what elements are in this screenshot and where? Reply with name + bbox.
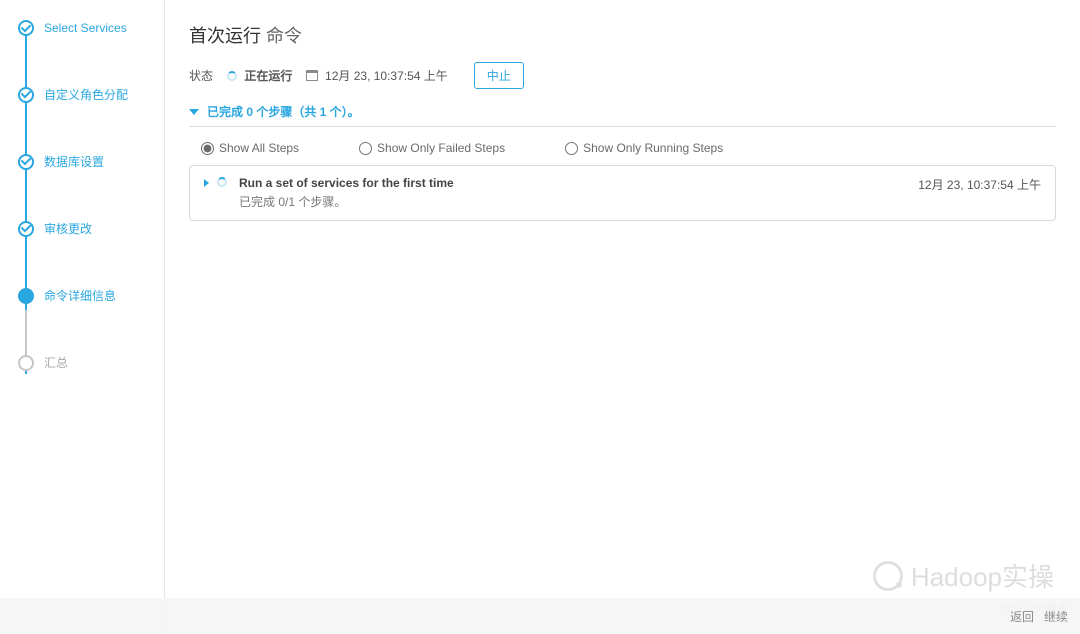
task-timestamp: 12月 23, 10:37:54 上午 <box>918 176 1041 193</box>
back-button[interactable]: 返回 <box>1010 608 1034 625</box>
sidebar-item-label: 审核更改 <box>44 220 92 237</box>
sidebar-item-db-setup[interactable]: 数据库设置 <box>18 153 164 170</box>
status-running: 正在运行 <box>227 67 292 84</box>
title-subtext: 命令 <box>266 26 302 46</box>
filter-label: Show All Steps <box>219 141 299 155</box>
current-step-icon <box>18 288 34 304</box>
status-label: 状态 <box>189 67 213 84</box>
filter-running[interactable]: Show Only Running Steps <box>565 141 723 155</box>
check-icon <box>18 20 34 36</box>
step-filter: Show All Steps Show Only Failed Steps Sh… <box>189 137 1056 165</box>
status-text: 正在运行 <box>244 69 292 83</box>
sidebar-item-label: Select Services <box>44 21 127 35</box>
radio-all[interactable] <box>201 142 214 155</box>
sidebar-item-summary: 汇总 <box>18 354 164 371</box>
sidebar-item-label: 数据库设置 <box>44 153 104 170</box>
sidebar-item-label: 命令详细信息 <box>44 287 116 304</box>
timestamp-text: 12月 23, 10:37:54 上午 <box>325 69 448 83</box>
sidebar-item-select-services[interactable]: Select Services <box>18 20 164 36</box>
sidebar-item-label: 汇总 <box>44 354 68 371</box>
task-subtitle: 已完成 0/1 个步骤。 <box>239 193 454 210</box>
title-text: 首次运行 <box>189 26 261 46</box>
sidebar-item-review[interactable]: 审核更改 <box>18 220 164 237</box>
status-bar: 状态 正在运行 12月 23, 10:37:54 上午 中止 <box>189 62 1056 89</box>
wizard-sidebar: Select Services 自定义角色分配 数据库设置 审核更改 命令详细信… <box>0 0 165 634</box>
filter-label: Show Only Failed Steps <box>377 141 505 155</box>
section-toggle[interactable]: 已完成 0 个步骤（共 1 个）。 <box>189 103 1056 127</box>
continue-button[interactable]: 继续 <box>1044 608 1068 625</box>
sidebar-item-role-assign[interactable]: 自定义角色分配 <box>18 86 164 103</box>
radio-running[interactable] <box>565 142 578 155</box>
chevron-right-icon <box>204 179 209 187</box>
task-title: Run a set of services for the first time <box>239 176 454 190</box>
footer-bar: 返回 继续 <box>0 598 1080 634</box>
step-connector-pending <box>25 310 27 358</box>
sidebar-item-command-details[interactable]: 命令详细信息 <box>18 287 164 304</box>
chevron-down-icon <box>189 109 199 115</box>
section-summary: 已完成 0 个步骤（共 1 个）。 <box>207 103 360 120</box>
filter-failed[interactable]: Show Only Failed Steps <box>359 141 505 155</box>
filter-all[interactable]: Show All Steps <box>201 141 299 155</box>
task-row[interactable]: Run a set of services for the first time… <box>189 165 1056 221</box>
page-title: 首次运行 命令 <box>189 22 1056 48</box>
abort-button[interactable]: 中止 <box>474 62 524 89</box>
pending-step-icon <box>18 355 34 371</box>
spinner-icon <box>227 71 237 81</box>
spinner-icon <box>217 177 227 187</box>
main-content: 首次运行 命令 状态 正在运行 12月 23, 10:37:54 上午 中止 已… <box>165 0 1080 634</box>
radio-failed[interactable] <box>359 142 372 155</box>
filter-label: Show Only Running Steps <box>583 141 723 155</box>
check-icon <box>18 87 34 103</box>
check-icon <box>18 221 34 237</box>
timestamp: 12月 23, 10:37:54 上午 <box>306 67 447 84</box>
calendar-icon <box>306 70 318 81</box>
check-icon <box>18 154 34 170</box>
sidebar-item-label: 自定义角色分配 <box>44 86 128 103</box>
